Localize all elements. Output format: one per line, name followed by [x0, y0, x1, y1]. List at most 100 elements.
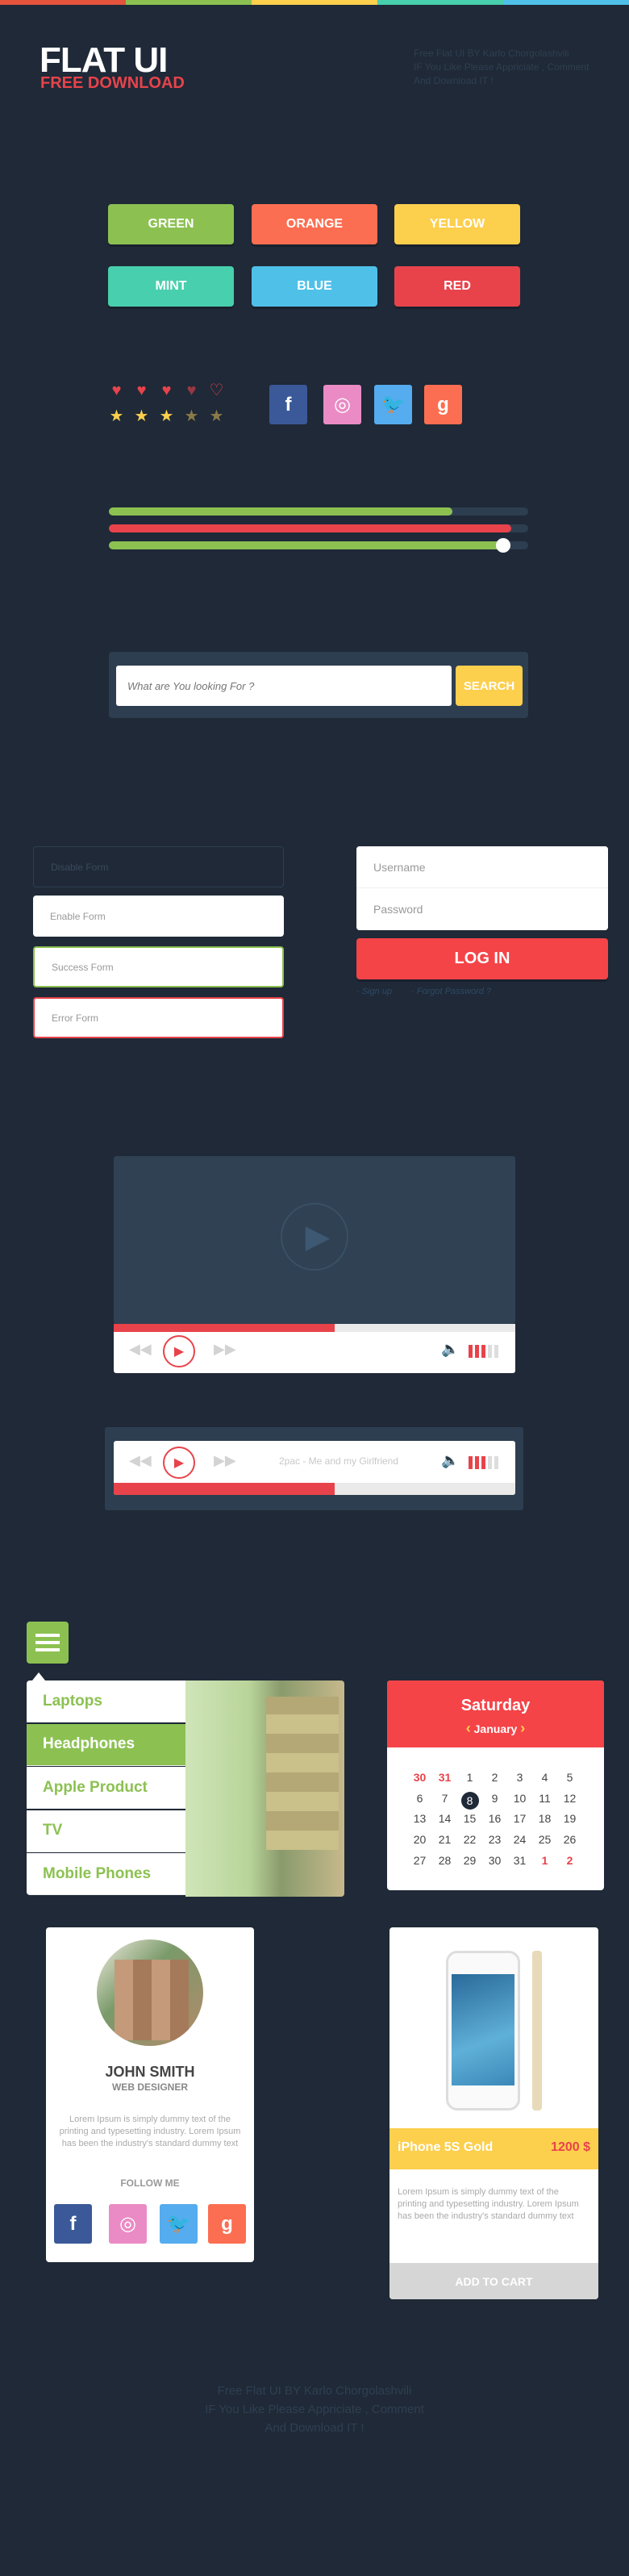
menu-item[interactable]: Headphones	[27, 1723, 185, 1766]
volume-level[interactable]	[469, 1345, 498, 1358]
dribbble-icon[interactable]: ◎	[323, 385, 361, 424]
calendar-day[interactable]: 9	[482, 1792, 507, 1813]
volume-bar[interactable]	[475, 1345, 479, 1358]
calendar-day[interactable]: 1	[532, 1854, 557, 1875]
slider[interactable]	[109, 538, 528, 553]
calendar-day[interactable]: 17	[507, 1812, 532, 1833]
fast-forward-icon[interactable]: ▶▶	[214, 1341, 236, 1358]
volume-level[interactable]	[469, 1456, 498, 1469]
volume-bar[interactable]	[469, 1456, 473, 1469]
calendar-day[interactable]: 31	[507, 1854, 532, 1875]
calendar-prev-icon[interactable]: ‹	[466, 1720, 471, 1736]
calendar-day[interactable]: 10	[507, 1792, 532, 1813]
calendar-day[interactable]: 15	[457, 1812, 482, 1833]
search-input[interactable]	[116, 666, 452, 706]
video-progress-bar[interactable]	[114, 1324, 515, 1332]
volume-icon[interactable]: 🔈	[441, 1341, 459, 1358]
play-button[interactable]: ▶	[163, 1447, 195, 1479]
calendar-day[interactable]: 2	[482, 1771, 507, 1792]
audio-progress-bar[interactable]	[114, 1483, 515, 1495]
success-form-field[interactable]: Success Form	[33, 946, 284, 987]
signup-link[interactable]: · Sign up	[356, 987, 392, 996]
calendar-day[interactable]: 23	[482, 1833, 507, 1854]
heart-icon[interactable]: ♥	[155, 382, 178, 399]
calendar-day[interactable]: 26	[557, 1833, 582, 1854]
volume-bar[interactable]	[475, 1456, 479, 1469]
login-button[interactable]: LOG IN	[356, 938, 608, 979]
mint-button[interactable]: MINT	[108, 266, 234, 307]
calendar-day[interactable]: 22	[457, 1833, 482, 1854]
green-button[interactable]: GREEN	[108, 204, 234, 244]
orange-button[interactable]: ORANGE	[252, 204, 377, 244]
facebook-icon[interactable]: f	[269, 385, 307, 424]
calendar-day[interactable]: 28	[432, 1854, 457, 1875]
yellow-button[interactable]: YELLOW	[394, 204, 520, 244]
calendar-day[interactable]: 3	[507, 1771, 532, 1792]
volume-bar[interactable]	[469, 1345, 473, 1358]
volume-bar[interactable]	[494, 1345, 498, 1358]
heart-icon[interactable]: ♥	[180, 382, 203, 399]
error-form-field[interactable]: Error Form	[33, 997, 284, 1038]
red-button[interactable]: RED	[394, 266, 520, 307]
menu-item[interactable]: Mobile Phones	[27, 1853, 185, 1896]
calendar-next-icon[interactable]: ›	[520, 1720, 525, 1736]
star-icon[interactable]: ★	[155, 408, 178, 424]
volume-bar[interactable]	[488, 1456, 492, 1469]
hamburger-menu-button[interactable]	[27, 1622, 69, 1664]
google-plus-icon[interactable]: g	[424, 385, 462, 424]
star-icon[interactable]: ★	[205, 408, 228, 424]
volume-icon[interactable]: 🔈	[441, 1452, 459, 1469]
search-button[interactable]: SEARCH	[456, 666, 523, 706]
calendar-day[interactable]: 24	[507, 1833, 532, 1854]
calendar-day[interactable]: 6	[407, 1792, 432, 1813]
facebook-icon[interactable]: f	[54, 2204, 92, 2244]
calendar-day[interactable]: 29	[457, 1854, 482, 1875]
calendar-day[interactable]: 30	[482, 1854, 507, 1875]
twitter-icon[interactable]: 🐦	[160, 2204, 198, 2244]
star-icon[interactable]: ★	[130, 408, 153, 424]
calendar-day[interactable]: 20	[407, 1833, 432, 1854]
volume-bar[interactable]	[494, 1456, 498, 1469]
calendar-day[interactable]: 25	[532, 1833, 557, 1854]
slider-handle[interactable]	[495, 538, 510, 553]
calendar-day[interactable]: 18	[532, 1812, 557, 1833]
fast-forward-icon[interactable]: ▶▶	[214, 1452, 236, 1469]
volume-bar[interactable]	[488, 1345, 492, 1358]
heart-icon[interactable]: ♥	[105, 382, 128, 399]
calendar-day[interactable]: 2	[557, 1854, 582, 1875]
calendar-day[interactable]: 5	[557, 1771, 582, 1792]
calendar-day[interactable]: 4	[532, 1771, 557, 1792]
heart-icon[interactable]: ♥	[130, 382, 153, 399]
calendar-day[interactable]: 19	[557, 1812, 582, 1833]
menu-item[interactable]: TV	[27, 1810, 185, 1852]
calendar-day[interactable]: 13	[407, 1812, 432, 1833]
twitter-icon[interactable]: 🐦	[374, 385, 412, 424]
calendar-day[interactable]: 8	[460, 1791, 479, 1810]
rewind-icon[interactable]: ◀◀	[129, 1452, 152, 1469]
calendar-day[interactable]: 7	[432, 1792, 457, 1813]
forgot-password-link[interactable]: · Forgot Password ?	[411, 987, 491, 996]
blue-button[interactable]: BLUE	[252, 266, 377, 307]
star-icon[interactable]: ★	[105, 408, 128, 424]
calendar-day[interactable]: 16	[482, 1812, 507, 1833]
google-plus-icon[interactable]: g	[208, 2204, 246, 2244]
volume-bar[interactable]	[481, 1345, 485, 1358]
calendar-day[interactable]: 30	[407, 1771, 432, 1792]
calendar-day[interactable]: 12	[557, 1792, 582, 1813]
enabled-form-field[interactable]: Enable Form	[33, 896, 284, 937]
rewind-icon[interactable]: ◀◀	[129, 1341, 152, 1358]
menu-item[interactable]: Laptops	[27, 1680, 185, 1722]
star-icon[interactable]: ★	[180, 408, 203, 424]
volume-bar[interactable]	[481, 1456, 485, 1469]
password-field[interactable]: Password	[356, 888, 608, 930]
menu-item[interactable]: Apple Product	[27, 1767, 185, 1810]
calendar-day[interactable]: 1	[457, 1771, 482, 1792]
calendar-day[interactable]: 27	[407, 1854, 432, 1875]
calendar-day[interactable]: 14	[432, 1812, 457, 1833]
add-to-cart-button[interactable]: ADD TO CART	[389, 2263, 598, 2299]
video-big-play-button[interactable]: ▶	[281, 1203, 348, 1271]
username-field[interactable]: Username	[356, 846, 608, 888]
calendar-day[interactable]: 31	[432, 1771, 457, 1792]
play-button[interactable]: ▶	[163, 1335, 195, 1367]
calendar-day[interactable]: 21	[432, 1833, 457, 1854]
